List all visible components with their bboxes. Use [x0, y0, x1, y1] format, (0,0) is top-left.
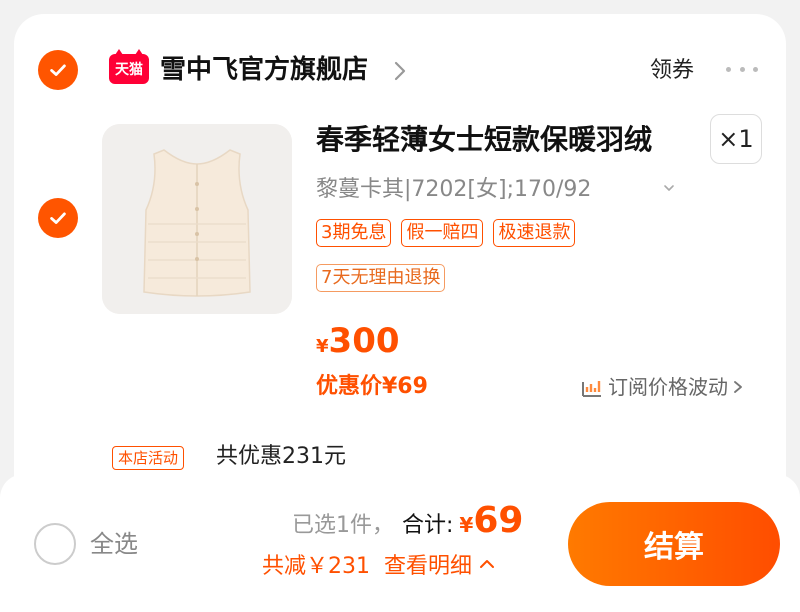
sku-selector[interactable]: 黎蔓卡其|7202[女];170/92: [316, 174, 591, 206]
price-chart-icon: [582, 381, 601, 397]
chevron-right-icon: [734, 381, 742, 393]
product-thumbnail[interactable]: [102, 124, 292, 314]
coupon-button[interactable]: 领券: [650, 56, 694, 86]
item-select-checkbox[interactable]: [38, 198, 78, 238]
tag-authentic: 假一赔四: [401, 219, 484, 247]
tag-installment: 3期免息: [316, 219, 392, 247]
check-icon: [50, 64, 66, 76]
order-summary: 已选1件， 合计: ¥ 69: [292, 500, 523, 541]
tag-fast-refund: 极速退款: [493, 219, 576, 247]
subscribe-label: 订阅价格波动: [608, 375, 728, 399]
select-all-label[interactable]: 全选: [90, 528, 138, 560]
chevron-right-icon[interactable]: [390, 59, 410, 83]
price-currency: ¥: [316, 336, 329, 357]
select-all-radio[interactable]: [34, 523, 76, 565]
chevron-up-icon: [480, 560, 495, 568]
tmall-logo: 天猫: [109, 49, 149, 84]
service-tags: 3期免息 假一赔四 极速退款 7天无理由退换: [316, 219, 676, 309]
savings-amount: 共减￥231: [262, 554, 370, 579]
checkout-button[interactable]: 结算: [568, 502, 780, 586]
total-amount: 69: [473, 500, 524, 541]
quantity-selector[interactable]: ×1: [710, 114, 762, 164]
original-price: ¥300: [316, 321, 400, 361]
total-currency: ¥: [459, 513, 474, 537]
detail-label: 查看明细: [384, 554, 473, 579]
price-value: 300: [328, 321, 400, 361]
check-icon: [50, 212, 66, 224]
chevron-down-icon[interactable]: [662, 181, 676, 195]
product-title[interactable]: 春季轻薄女士短款保暖羽绒: [316, 120, 652, 160]
price-subscribe-link[interactable]: 订阅价格波动: [580, 373, 744, 401]
vest-image: [102, 124, 292, 314]
store-name[interactable]: 雪中飞官方旗舰店: [160, 52, 368, 88]
discount-price: 优惠价¥69: [316, 374, 428, 399]
store-select-checkbox[interactable]: [38, 50, 78, 90]
savings-detail-link[interactable]: 共减￥231 查看明细: [262, 548, 496, 580]
store-activity-text[interactable]: 共优惠231元: [216, 442, 346, 472]
total-label: 合计:: [402, 513, 454, 538]
cart-store-card: 天猫 雪中飞官方旗舰店 领券 春季轻薄女士短款保暖羽绒 ×1 黎蔓卡其|7202…: [14, 14, 786, 514]
tag-return-policy: 7天无理由退换: [316, 264, 446, 292]
store-activity-badge: 本店活动: [112, 446, 185, 470]
more-icon[interactable]: [726, 64, 758, 74]
selected-count: 已选1件，: [292, 513, 394, 538]
checkout-bar: 全选 已选1件， 合计: ¥ 69 共减￥231 查看明细 结算: [0, 474, 800, 612]
